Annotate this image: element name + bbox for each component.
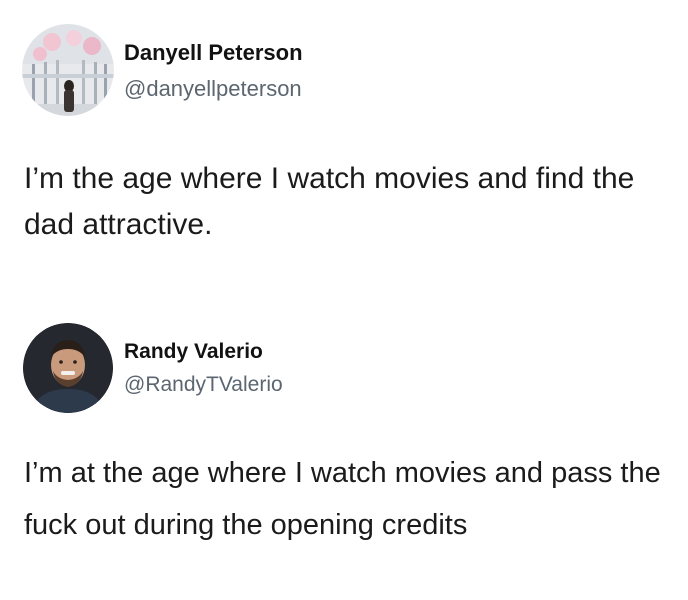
display-name[interactable]: Randy Valerio (124, 340, 263, 364)
avatar[interactable] (23, 323, 113, 413)
tweet-text: I’m at the age where I watch movies and … (24, 457, 661, 541)
user-handle[interactable]: @RandyTValerio (124, 373, 283, 397)
avatar-photo (22, 24, 114, 116)
display-name[interactable]: Danyell Peterson (124, 40, 303, 66)
user-handle[interactable]: @danyellpeterson (124, 76, 302, 102)
tweet-text: I’m the age where I watch movies and fin… (24, 162, 635, 241)
avatar[interactable] (22, 24, 114, 116)
avatar-photo (23, 323, 113, 413)
